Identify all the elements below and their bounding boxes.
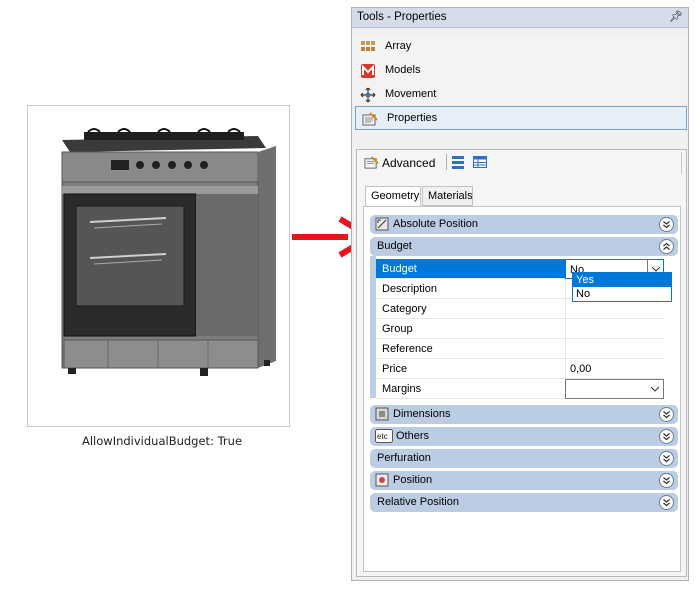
dimensions-icon [375,407,389,421]
property-name: Group [376,319,565,339]
nav-item-array[interactable]: Array [353,34,687,58]
chevron-down-icon[interactable] [659,495,674,510]
nav-label-array: Array [385,40,412,52]
array-icon [361,41,375,51]
property-grid: Absolute Position Budget Budget No Descr… [363,206,681,572]
category-relative-position[interactable]: Relative Position [370,493,678,512]
position-icon [375,473,389,487]
category-label: Absolute Position [393,218,478,230]
chevron-down-icon [650,386,660,392]
category-absolute-position[interactable]: Absolute Position [370,215,678,234]
category-label: Budget [377,240,412,252]
category-budget[interactable]: Budget [370,237,678,256]
svg-text:etc: etc [377,432,388,441]
nav-label-models: Models [385,64,421,76]
image-caption: AllowIndividualBudget: True [82,434,243,448]
etc-icon: etc [375,429,393,443]
property-row-group[interactable]: Group [376,319,664,339]
chevron-down-icon[interactable] [659,429,674,444]
properties-icon [362,112,378,126]
property-name: Budget [376,259,565,279]
nav-item-properties[interactable]: Properties [355,106,687,130]
property-name: Price [376,359,565,379]
category-label: Position [393,474,433,486]
chevron-down-icon[interactable] [659,451,674,466]
properties-toolbar: Advanced [357,150,686,176]
movement-icon [360,87,376,103]
toolbar-separator [446,154,447,170]
category-input[interactable] [565,299,664,319]
toolbar-edge [681,152,682,174]
category-label: Others [396,430,430,442]
category-label: Dimensions [393,408,451,420]
tab-geometry[interactable]: Geometry [365,186,421,207]
property-row-price[interactable]: Price 0,00 [376,359,664,379]
advanced-button[interactable]: Advanced [382,156,435,170]
absolute-position-icon [375,217,389,231]
property-name: Category [376,299,565,319]
category-dimensions[interactable]: Dimensions [370,405,678,424]
chevron-down-icon[interactable] [659,407,674,422]
dropdown-option-yes[interactable]: Yes [573,273,671,287]
property-row-margins[interactable]: Margins [376,379,664,399]
category-position[interactable]: Position [370,471,678,490]
properties-content: Advanced Geometry Materials Absolute Pos… [356,149,687,577]
advanced-icon [364,156,379,169]
property-name: Description [376,279,565,299]
pin-icon[interactable]: 📌︎ [669,10,683,23]
reference-input[interactable] [565,339,664,359]
table-view-icon[interactable] [472,154,488,170]
panel-title-bar: Tools - Properties 📌︎ [352,8,688,28]
category-others[interactable]: etc Others [370,427,678,446]
nav-label-properties: Properties [387,112,438,124]
chevron-down-icon[interactable] [659,217,674,232]
property-name: Reference [376,339,565,359]
property-name: Margins [376,379,565,399]
nav-item-models[interactable]: Models [353,58,687,82]
group-input[interactable] [565,319,664,339]
category-perfuration[interactable]: Perfuration [370,449,678,468]
budget-dropdown-list: Yes No [572,272,672,302]
property-row-reference[interactable]: Reference [376,339,664,359]
nav-item-movement[interactable]: Movement [353,82,687,106]
panel-title: Tools - Properties [357,11,447,23]
property-row-category[interactable]: Category [376,299,664,319]
product-image-frame [27,105,290,427]
chevron-up-icon[interactable] [659,239,674,254]
category-label: Perfuration [377,452,431,464]
category-label: Relative Position [377,496,459,508]
price-input[interactable]: 0,00 [565,359,664,379]
chevron-down-icon[interactable] [659,473,674,488]
oven-image [61,128,276,376]
margins-select[interactable] [565,379,664,399]
models-icon [361,64,375,78]
dropdown-button[interactable] [647,380,663,398]
tab-materials[interactable]: Materials [422,186,473,206]
categorized-view-icon[interactable] [450,154,466,170]
nav-label-movement: Movement [385,88,437,100]
dropdown-option-no[interactable]: No [573,287,671,301]
